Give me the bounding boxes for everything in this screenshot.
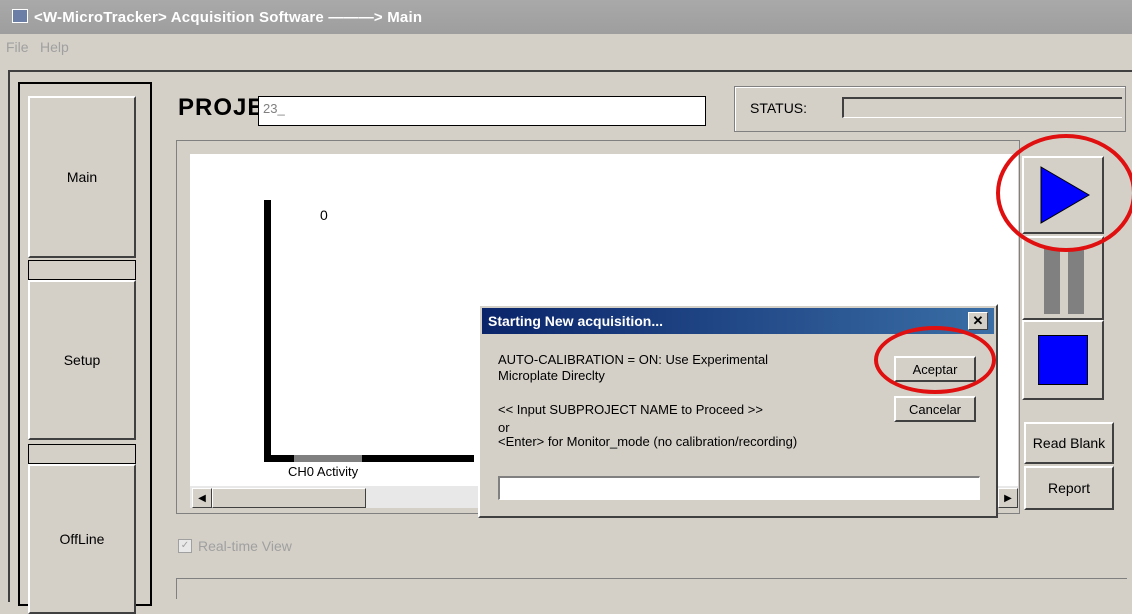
highlight-circle-ok <box>874 326 996 394</box>
dialog-message-line: << Input SUBPROJECT NAME to Proceed >> <box>498 402 763 417</box>
dialog-message-line: Microplate Direclty <box>498 368 605 383</box>
pause-icon <box>1044 248 1060 314</box>
scroll-thumb[interactable] <box>212 488 366 508</box>
nav-main-button[interactable]: Main <box>28 96 136 258</box>
dialog-cancel-button[interactable]: Cancelar <box>894 396 976 422</box>
status-progress-bar <box>842 97 1122 118</box>
dialog-message-line: or <box>498 420 510 435</box>
checkbox-check-icon: ✓ <box>178 539 192 553</box>
bottom-panel <box>176 578 1127 599</box>
project-input[interactable]: 23_ <box>258 96 706 126</box>
title-bar: <W-MicroTracker> Acquisition Software ——… <box>0 0 1132 34</box>
plot-value-label: 0 <box>320 207 328 223</box>
window-title: <W-MicroTracker> Acquisition Software ——… <box>34 9 423 26</box>
app-icon <box>12 9 28 23</box>
menu-help[interactable]: Help <box>40 39 69 55</box>
report-button[interactable]: Report <box>1024 466 1114 510</box>
read-blank-button[interactable]: Read Blank <box>1024 422 1114 464</box>
nav-setup-button[interactable]: Setup <box>28 280 136 440</box>
realtime-view-label: Real-time View <box>198 538 292 554</box>
arrow-left-icon: ◀ <box>198 492 206 504</box>
nav-spacer <box>28 444 136 464</box>
nav-spacer <box>28 260 136 280</box>
highlight-circle-play <box>996 134 1132 252</box>
stop-icon <box>1038 335 1088 385</box>
realtime-view-checkbox[interactable]: ✓ Real-time View <box>178 538 292 554</box>
scroll-left-button[interactable]: ◀ <box>192 488 212 508</box>
plot-channel-label: CH0 Activity <box>288 464 359 479</box>
dialog-message-line: AUTO-CALIBRATION = ON: Use Experimental <box>498 352 769 367</box>
menu-file[interactable]: File <box>6 39 29 55</box>
arrow-right-icon: ▶ <box>1004 492 1012 504</box>
plot-y-axis <box>264 200 271 462</box>
pause-icon <box>1068 248 1084 314</box>
dialog-title: Starting New acquisition... <box>488 313 664 329</box>
stop-button[interactable] <box>1022 320 1104 400</box>
menu-bar: File Help <box>0 34 1132 60</box>
close-icon[interactable]: ✕ <box>968 312 988 330</box>
dialog-message-line: <Enter> for Monitor_mode (no calibration… <box>498 434 798 449</box>
nav-panel: Main Setup OffLine <box>18 82 152 614</box>
scroll-right-button[interactable]: ▶ <box>998 488 1018 508</box>
plot-channel-bar <box>294 455 362 462</box>
nav-offline-button[interactable]: OffLine <box>28 464 136 614</box>
status-label: STATUS: <box>750 100 808 116</box>
subproject-name-input[interactable] <box>498 476 980 500</box>
